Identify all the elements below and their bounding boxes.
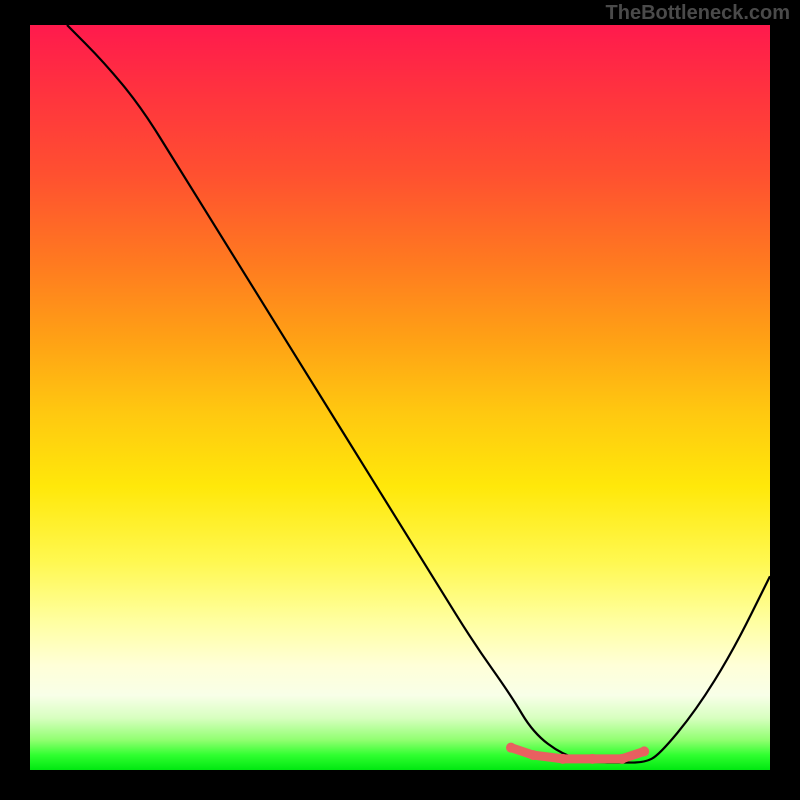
highlight-dot [558, 754, 568, 764]
main-curve-path [67, 25, 770, 763]
highlight-dot [617, 754, 627, 764]
watermark-text: TheBottleneck.com [606, 2, 790, 25]
highlight-dot [587, 754, 597, 764]
highlight-dot [528, 750, 538, 760]
chart-svg [30, 25, 770, 770]
highlight-dot [639, 746, 649, 756]
chart-plot-area [30, 25, 770, 770]
highlight-dot [506, 743, 516, 753]
